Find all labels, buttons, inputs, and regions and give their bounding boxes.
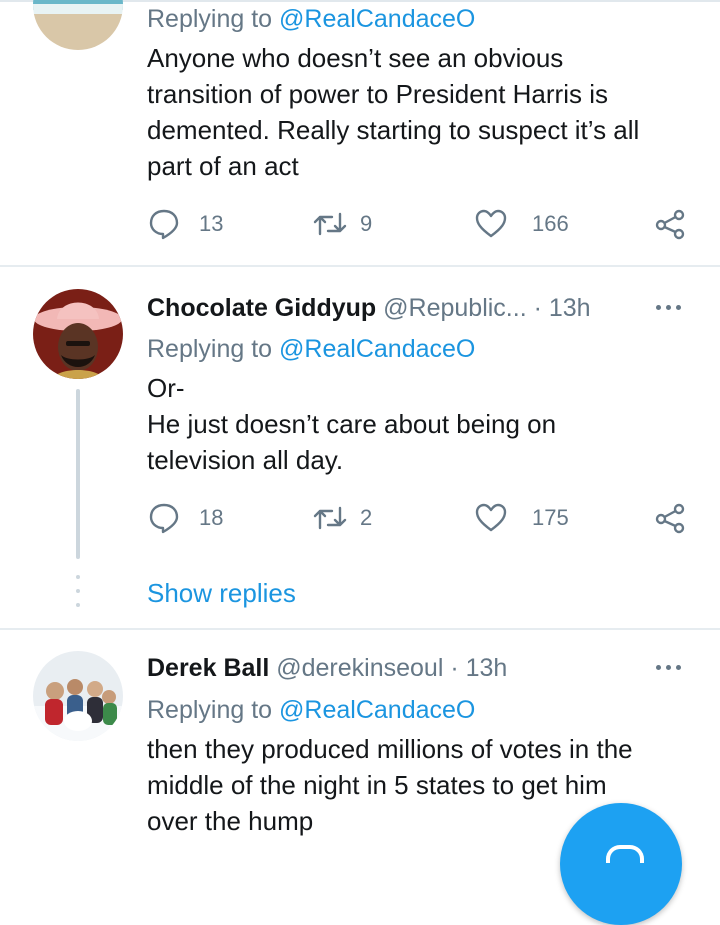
retweet-icon: [313, 506, 347, 530]
tweet-header: Derek Ball @derekinseoul · 13h: [147, 648, 507, 688]
reply-button[interactable]: 13: [147, 204, 223, 244]
like-count: 166: [532, 211, 569, 236]
comment-icon: [149, 209, 179, 240]
tweet-2[interactable]: Chocolate Giddyup @Republic... · 13h Rep…: [0, 268, 720, 628]
replying-to: Replying to @RealCandaceO: [147, 335, 476, 363]
compose-icon: [606, 845, 644, 863]
more-icon[interactable]: [654, 658, 684, 678]
avatar[interactable]: [33, 289, 123, 379]
tweet-text: Anyone who doesn’t see an obvious transi…: [147, 43, 640, 181]
compose-button[interactable]: [560, 803, 682, 925]
show-replies-link[interactable]: Show replies: [147, 575, 296, 611]
tweet-text: Or- He just doesn’t care about being on …: [147, 373, 557, 475]
comment-icon: [149, 503, 179, 534]
display-name[interactable]: Chocolate Giddyup: [147, 294, 376, 322]
reply-count: 18: [199, 505, 224, 530]
thread-dot: [76, 589, 80, 593]
replying-to: Replying to @RealCandaceO: [147, 696, 476, 724]
tweet-divider: [0, 265, 720, 267]
heart-icon: [475, 503, 507, 532]
reply-handle-link[interactable]: @RealCandaceO: [279, 696, 475, 724]
retweet-count: 2: [360, 505, 373, 530]
thread-dot: [76, 575, 80, 579]
avatar[interactable]: [33, 0, 123, 50]
reply-button[interactable]: 18: [147, 498, 223, 538]
display-name[interactable]: Derek Ball: [147, 654, 269, 682]
like-count: 175: [532, 505, 569, 530]
retweet-button[interactable]: 9: [312, 204, 372, 244]
reply-handle-link[interactable]: @RealCandaceO: [279, 335, 475, 363]
share-button[interactable]: [654, 498, 686, 538]
reply-handle-link[interactable]: @RealCandaceO: [279, 5, 475, 33]
like-button[interactable]: 166: [474, 204, 569, 244]
replying-to: Replying to @RealCandaceO: [147, 5, 476, 33]
tweet-header: Chocolate Giddyup @Republic... · 13h: [147, 288, 591, 328]
like-button[interactable]: 175: [474, 498, 569, 538]
tweet-divider: [0, 628, 720, 630]
share-icon: [655, 209, 685, 240]
retweet-icon: [313, 212, 347, 236]
more-icon[interactable]: [654, 298, 684, 318]
thread-dot: [76, 603, 80, 607]
tweet-1[interactable]: Replying to @RealCandaceO Anyone who doe…: [0, 0, 720, 266]
handle-time: @Republic... · 13h: [383, 294, 591, 322]
share-button[interactable]: [654, 204, 686, 244]
reply-count: 13: [199, 211, 224, 236]
share-icon: [655, 503, 685, 534]
tweet-actions: 13 9 166: [0, 204, 720, 244]
retweet-count: 9: [360, 211, 373, 236]
heart-icon: [475, 209, 507, 238]
retweet-button[interactable]: 2: [312, 498, 372, 538]
avatar[interactable]: [33, 651, 123, 741]
handle-time: @derekinseoul · 13h: [276, 654, 508, 682]
tweet-actions: 18 2 175: [0, 498, 720, 538]
